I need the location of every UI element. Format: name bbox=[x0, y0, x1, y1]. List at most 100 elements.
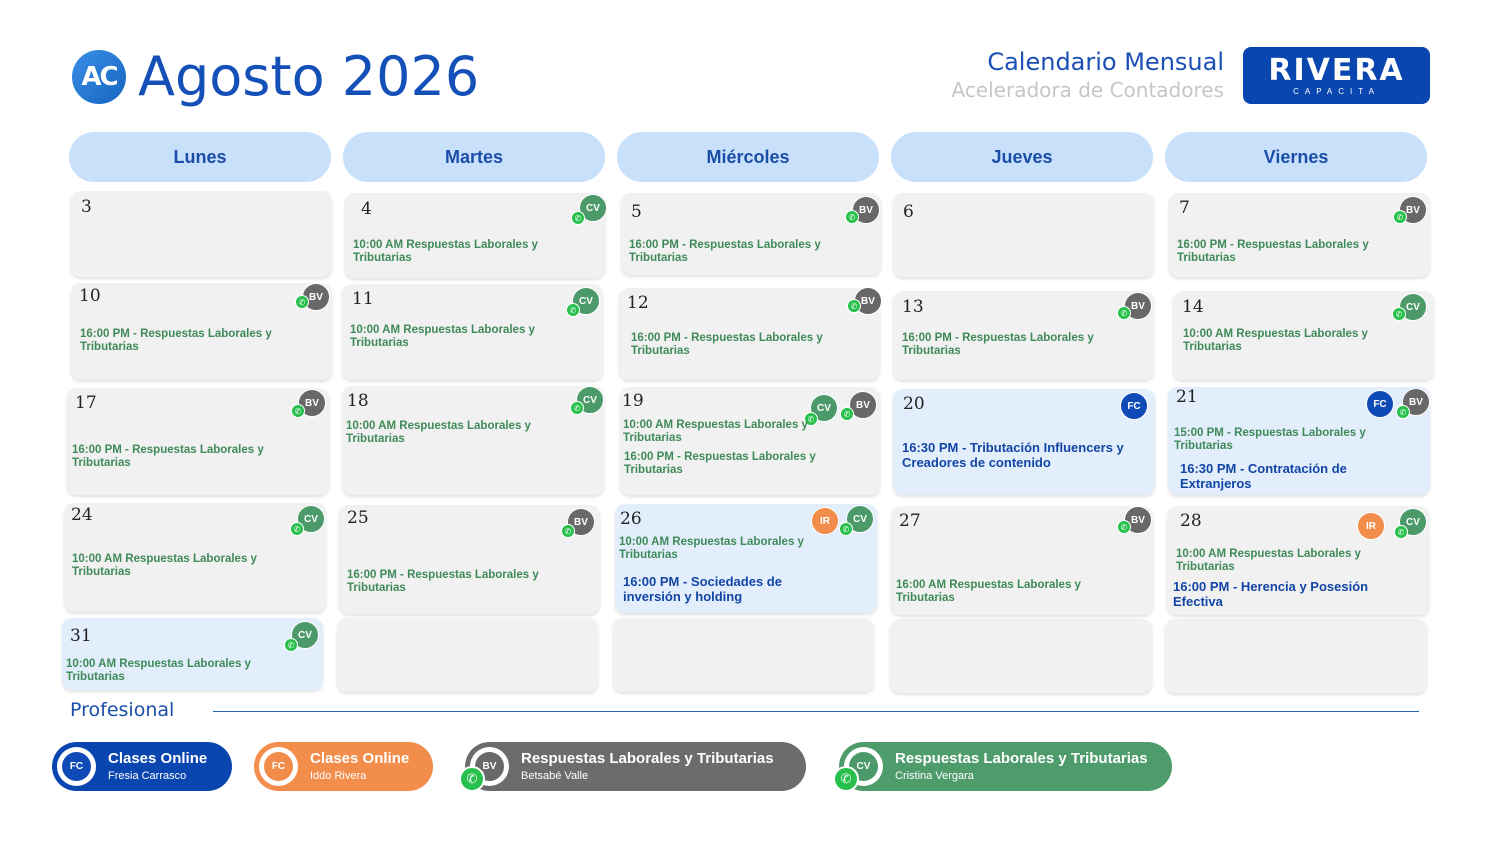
day-number: 12 bbox=[627, 293, 649, 313]
day-header-lunes: Lunes bbox=[69, 132, 331, 182]
legend-item-fc: FC Clases Online Fresia Carrasco bbox=[52, 742, 232, 791]
event-text[interactable]: 16:00 PM - Respuestas Laborales y Tribut… bbox=[624, 451, 844, 477]
day-number: 25 bbox=[347, 508, 369, 528]
day-cell-3[interactable]: 3 bbox=[71, 191, 332, 277]
legend-person: Betsabé Valle bbox=[521, 770, 589, 782]
day-number: 18 bbox=[347, 391, 369, 411]
day-number: 24 bbox=[71, 505, 93, 525]
event-text[interactable]: 10:00 AM Respuestas Laborales y Tributar… bbox=[346, 420, 566, 446]
day-cell-20[interactable]: 20 FC 16:30 PM - Tributación Influencers… bbox=[893, 389, 1155, 495]
whatsapp-icon: ✆ bbox=[847, 299, 861, 313]
day-cell-31[interactable]: 31 CV ✆ 10:00 AM Respuestas Laborales y … bbox=[62, 618, 323, 690]
day-cell-12[interactable]: 12 BV ✆ 16:00 PM - Respuestas Laborales … bbox=[619, 287, 882, 380]
event-text[interactable]: 10:00 AM Respuestas Laborales y Tributar… bbox=[623, 419, 843, 445]
day-cell-26[interactable]: 26 IR CV ✆ 10:00 AM Respuestas Laborales… bbox=[615, 504, 877, 613]
day-number: 11 bbox=[352, 289, 374, 309]
whatsapp-icon: ✆ bbox=[561, 524, 575, 538]
day-cell-28[interactable]: 28 IR CV ✆ 10:00 AM Respuestas Laborales… bbox=[1167, 506, 1429, 615]
whatsapp-icon: ✆ bbox=[833, 766, 859, 792]
event-text[interactable]: 10:00 AM Respuestas Laborales y Tributar… bbox=[72, 553, 292, 579]
legend-person: Iddo Rivera bbox=[310, 770, 367, 782]
legend-person: Fresia Carrasco bbox=[108, 770, 187, 782]
whatsapp-icon: ✆ bbox=[291, 404, 305, 418]
day-number: 27 bbox=[899, 511, 921, 531]
day-number: 6 bbox=[903, 202, 914, 222]
event-text[interactable]: 16:00 PM - Respuestas Laborales y Tribut… bbox=[72, 444, 292, 470]
day-number: 26 bbox=[620, 509, 642, 529]
day-number: 7 bbox=[1179, 198, 1190, 218]
day-cell-21[interactable]: 21 FC BV ✆ 15:00 PM - Respuestas Laboral… bbox=[1168, 387, 1430, 495]
day-number: 3 bbox=[81, 197, 92, 217]
day-cell-17[interactable]: 17 BV ✆ 16:00 PM - Respuestas Laborales … bbox=[67, 388, 329, 495]
day-cell-19[interactable]: 19 CV ✆ BV ✆ 10:00 AM Respuestas Laboral… bbox=[620, 387, 880, 495]
legend-title: Respuestas Laborales y Tributarias bbox=[895, 750, 1148, 767]
day-cell-5[interactable]: 5 BV ✆ 16:00 PM - Respuestas Laborales y… bbox=[621, 193, 881, 275]
day-number: 5 bbox=[631, 202, 642, 222]
day-cell-4[interactable]: 4 CV ✆ 10:00 AM Respuestas Laborales y T… bbox=[345, 193, 607, 278]
whatsapp-icon: ✆ bbox=[566, 303, 580, 317]
day-header-miercoles: Miércoles bbox=[617, 132, 879, 182]
ir-badge: FC bbox=[264, 752, 293, 781]
event-text[interactable]: 16:30 PM - Tributación Influencers y Cre… bbox=[902, 440, 1142, 470]
event-text[interactable]: 10:00 AM Respuestas Laborales y Tributar… bbox=[1183, 328, 1403, 354]
event-text[interactable]: 16:00 PM - Respuestas Laborales y Tribut… bbox=[629, 239, 849, 265]
calendar-subtitle: Aceleradora de Contadores bbox=[951, 78, 1224, 102]
event-text[interactable]: 16:00 PM - Respuestas Laborales y Tribut… bbox=[631, 332, 851, 358]
fc-badge: FC bbox=[62, 752, 91, 781]
empty-cell bbox=[337, 618, 598, 692]
day-cell-25[interactable]: 25 BV ✆ 16:00 PM - Respuestas Laborales … bbox=[339, 505, 600, 614]
day-cell-11[interactable]: 11 CV ✆ 10:00 AM Respuestas Laborales y … bbox=[342, 284, 603, 380]
whatsapp-icon: ✆ bbox=[459, 766, 485, 792]
event-text[interactable]: 16:00 AM Respuestas Laborales y Tributar… bbox=[896, 579, 1116, 605]
legend-label: Profesional bbox=[70, 699, 175, 721]
event-text[interactable]: 16:00 PM - Respuestas Laborales y Tribut… bbox=[1177, 239, 1397, 265]
whatsapp-icon: ✆ bbox=[845, 210, 859, 224]
whatsapp-icon: ✆ bbox=[1117, 520, 1131, 534]
whatsapp-icon: ✆ bbox=[570, 401, 584, 415]
legend-item-bv: BV ✆ Respuestas Laborales y Tributarias … bbox=[459, 742, 806, 792]
whatsapp-icon: ✆ bbox=[1394, 525, 1408, 539]
event-text[interactable]: 10:00 AM Respuestas Laborales y Tributar… bbox=[350, 324, 570, 350]
day-cell-7[interactable]: 7 BV ✆ 16:00 PM - Respuestas Laborales y… bbox=[1169, 193, 1430, 277]
ac-logo: AC bbox=[72, 50, 126, 104]
day-number: 28 bbox=[1180, 511, 1202, 531]
event-text[interactable]: 10:00 AM Respuestas Laborales y Tributar… bbox=[1176, 548, 1396, 574]
event-text[interactable]: 16:00 PM - Sociedades de inversión y hol… bbox=[623, 574, 843, 604]
event-text[interactable]: 16:00 PM - Herencia y Posesión Efectiva bbox=[1173, 579, 1418, 609]
legend-item-cv: CV ✆ Respuestas Laborales y Tributarias … bbox=[833, 742, 1172, 792]
fc-badge: FC bbox=[1366, 390, 1394, 418]
event-text[interactable]: 10:00 AM Respuestas Laborales y Tributar… bbox=[66, 658, 286, 684]
brand-name: RIVERA bbox=[1268, 52, 1405, 88]
day-cell-24[interactable]: 24 CV ✆ 10:00 AM Respuestas Laborales y … bbox=[64, 503, 326, 612]
legend-badge-ring: FC bbox=[57, 747, 96, 786]
whatsapp-icon: ✆ bbox=[1117, 306, 1131, 320]
legend-divider bbox=[213, 711, 1419, 712]
day-cell-13[interactable]: 13 BV ✆ 16:00 PM - Respuestas Laborales … bbox=[893, 291, 1154, 380]
day-cell-27[interactable]: 27 BV ✆ 16:00 AM Respuestas Laborales y … bbox=[891, 506, 1153, 615]
brand-subtitle: CAPACITA bbox=[1293, 86, 1380, 96]
day-number: 10 bbox=[79, 286, 101, 306]
event-text[interactable]: 10:00 AM Respuestas Laborales y Tributar… bbox=[619, 536, 839, 562]
event-text[interactable]: 16:00 PM - Respuestas Laborales y Tribut… bbox=[80, 328, 300, 354]
day-cell-14[interactable]: 14 CV ✆ 10:00 AM Respuestas Laborales y … bbox=[1173, 291, 1434, 380]
ir-badge: IR bbox=[1357, 512, 1385, 540]
day-header-jueves: Jueves bbox=[891, 132, 1153, 182]
day-cell-6[interactable]: 6 bbox=[893, 193, 1154, 277]
whatsapp-icon: ✆ bbox=[839, 522, 853, 536]
day-cell-10[interactable]: 10 BV ✆ 16:00 PM - Respuestas Laborales … bbox=[71, 283, 332, 380]
day-number: 31 bbox=[70, 626, 92, 646]
event-text[interactable]: 16:00 PM - Respuestas Laborales y Tribut… bbox=[902, 332, 1122, 358]
whatsapp-icon: ✆ bbox=[295, 295, 309, 309]
ir-badge: IR bbox=[811, 507, 839, 535]
legend-item-ir: FC Clases Online Iddo Rivera bbox=[254, 742, 433, 791]
whatsapp-icon: ✆ bbox=[284, 638, 298, 652]
empty-cell bbox=[1165, 619, 1427, 693]
legend-badge-ring: FC bbox=[259, 747, 298, 786]
event-text[interactable]: 16:00 PM - Respuestas Laborales y Tribut… bbox=[347, 569, 567, 595]
event-text[interactable]: 10:00 AM Respuestas Laborales y Tributar… bbox=[353, 239, 573, 265]
day-number: 20 bbox=[903, 394, 925, 414]
day-cell-18[interactable]: 18 CV ✆ 10:00 AM Respuestas Laborales y … bbox=[342, 386, 604, 495]
event-text[interactable]: 15:00 PM - Respuestas Laborales y Tribut… bbox=[1174, 427, 1394, 453]
rivera-logo: RIVERA CAPACITA bbox=[1243, 47, 1430, 104]
event-text[interactable]: 16:30 PM - Contratación de Extranjeros bbox=[1180, 461, 1400, 491]
